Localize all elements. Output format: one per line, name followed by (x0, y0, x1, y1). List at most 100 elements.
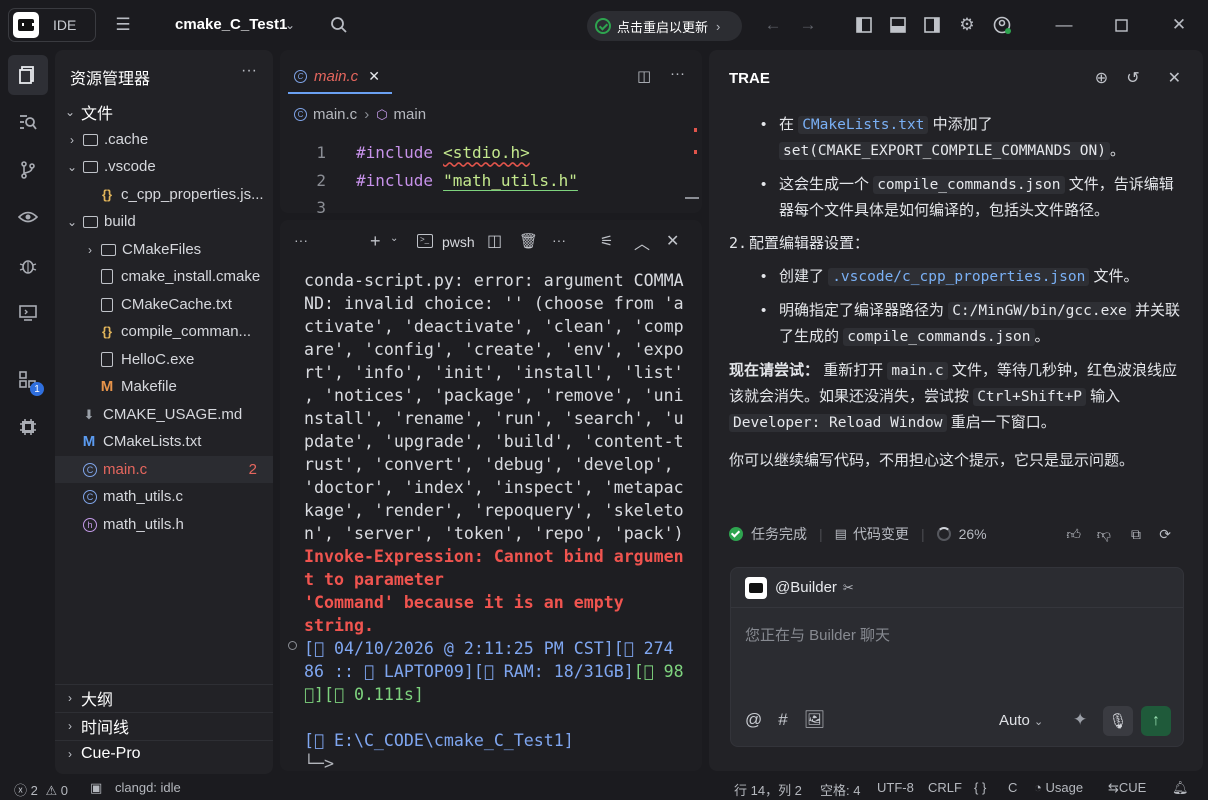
close-panel-icon[interactable]: ✕ (666, 231, 679, 251)
tree-item-cmake-usage[interactable]: ⬇ CMAKE_USAGE.md (55, 401, 273, 428)
task-status-row: 任务完成 | ▤ 代码变更 | 26% 👍︎ 👎︎ ⧉ ⟳ (729, 522, 1189, 546)
hash-context-icon[interactable]: # (778, 710, 787, 730)
back-arrow-icon[interactable]: ← (759, 11, 787, 39)
cursor-position[interactable]: 行 14，列 2 (734, 780, 802, 799)
preview-eye-icon[interactable] (8, 197, 48, 237)
image-upload-icon[interactable]: 🖼︎ (804, 710, 826, 730)
section-cue-pro[interactable]: › Cue-Pro (55, 740, 273, 767)
tree-item-build[interactable]: ⌄ build (55, 208, 273, 235)
code-line[interactable]: 1 #include <stdio.h> (280, 138, 529, 166)
tree-item-c-cpp-properties[interactable]: {} c_cpp_properties.js... (55, 181, 273, 208)
clangd-status[interactable]: clangd: idle (115, 780, 181, 795)
tree-root-files[interactable]: ⌄ 文件 (55, 98, 273, 125)
forward-arrow-icon[interactable]: → (794, 11, 822, 39)
breadcrumb-symbol[interactable]: main (394, 106, 427, 123)
toggle-left-panel-icon[interactable] (850, 11, 878, 39)
remote-monitor-icon[interactable] (8, 293, 48, 333)
tab-main-c[interactable]: C main.c ✕ (288, 60, 392, 92)
chevron-down-icon[interactable]: ⌄ (390, 233, 398, 244)
indentation[interactable]: 空格: 4 (820, 780, 860, 799)
close-panel-icon[interactable]: ✕ (1168, 68, 1181, 88)
search-icon[interactable] (325, 11, 353, 39)
send-button[interactable]: ↑ (1141, 706, 1171, 736)
code-line[interactable]: 3 (280, 193, 326, 214)
sparkle-icon[interactable]: ✦ (1073, 710, 1087, 730)
chevron-right-icon: › (716, 18, 721, 34)
tree-item-helloc-exe[interactable]: HelloC.exe (55, 346, 273, 373)
project-name[interactable]: cmake_C_Test1 (175, 16, 287, 33)
thumbs-down-icon[interactable]: 👎︎ (1097, 526, 1111, 543)
breadcrumb-file[interactable]: main.c (313, 106, 357, 123)
language-mode[interactable]: C (1008, 780, 1017, 795)
context-progress-icon (936, 527, 951, 541)
tree-item-math-utils-c[interactable]: C math_utils.c (55, 483, 273, 510)
code-line[interactable]: 2 #include "math_utils.h" (280, 166, 578, 194)
terminal-more-icon[interactable]: ··· (294, 232, 308, 248)
language-braces[interactable]: { } (974, 780, 986, 795)
maximize-icon[interactable] (1107, 11, 1135, 39)
inline-code[interactable]: .vscode/c_cpp_properties.json (828, 268, 1090, 286)
more-actions-icon[interactable]: ··· (241, 62, 257, 80)
microphone-button[interactable]: 🎙︎ (1103, 706, 1133, 736)
terminal-output[interactable]: conda-script.py: error: argument COMMA N… (304, 269, 689, 771)
toggle-bottom-panel-icon[interactable] (884, 11, 912, 39)
plugin-chip-icon[interactable] (8, 407, 48, 447)
bell-icon[interactable]: 🔔︎ (1172, 780, 1189, 796)
new-chat-icon[interactable]: ⊕ (1095, 68, 1108, 88)
tools-icon: ✂ (842, 579, 854, 595)
menu-icon[interactable]: ☰ (109, 11, 137, 39)
copy-icon[interactable]: ⧉ (1131, 526, 1141, 543)
inline-code[interactable]: CMakeLists.txt (798, 116, 929, 134)
tree-item-makefile[interactable]: M Makefile (55, 373, 273, 400)
restart-update-button[interactable]: 点击重启以更新 › (587, 11, 742, 41)
trash-icon[interactable]: 🗑 (519, 232, 538, 250)
thumbs-up-icon[interactable]: 👍︎ (1066, 526, 1081, 543)
tree-root-label: 文件 (81, 105, 114, 123)
source-control-icon[interactable] (8, 150, 48, 190)
tree-item-cmakefiles[interactable]: › CMakeFiles (55, 236, 273, 263)
split-editor-icon[interactable]: ◫ (637, 67, 651, 85)
toggle-right-panel-icon[interactable] (918, 11, 946, 39)
tree-item-main-c[interactable]: C main.c 2 (55, 456, 273, 483)
account-icon[interactable] (988, 11, 1016, 39)
encoding[interactable]: UTF-8 (877, 780, 914, 795)
more-actions-icon[interactable]: ··· (670, 65, 685, 82)
more-actions-icon[interactable]: ··· (552, 232, 566, 248)
maximize-panel-icon[interactable]: ︿ (634, 230, 650, 254)
tree-item-cmakelists[interactable]: M CMakeLists.txt (55, 428, 273, 455)
tree-item-cmakecache[interactable]: CMakeCache.txt (55, 291, 273, 318)
explorer-icon[interactable] (8, 55, 48, 95)
agent-selector[interactable]: @Builder ✂ (731, 568, 1183, 608)
minimize-icon[interactable]: — (1050, 11, 1078, 39)
cue-button[interactable]: ⇆CUE (1108, 780, 1146, 796)
shell-label[interactable]: pwsh (442, 234, 475, 250)
line-ending[interactable]: CRLF (928, 780, 962, 795)
tree-item-vscode[interactable]: ⌄ .vscode (55, 153, 273, 180)
bold-text: 现在请尝试： (729, 362, 820, 379)
problems-indicator[interactable]: ⓧ 2 ⚠ 0 (14, 780, 68, 799)
regenerate-icon[interactable]: ⟳ (1159, 526, 1171, 543)
section-timeline[interactable]: › 时间线 (55, 712, 273, 739)
debug-bug-icon[interactable] (8, 246, 48, 286)
ide-mode-switch[interactable]: IDE (8, 8, 96, 42)
chat-input-placeholder[interactable]: 您正在与 Builder 聊天 (745, 624, 890, 645)
chevron-down-icon[interactable]: ⌄ (276, 11, 304, 39)
section-outline[interactable]: › 大纲 (55, 684, 273, 711)
terminal-settings-icon[interactable]: ⚟ (600, 232, 613, 250)
gear-icon[interactable]: ⚙ (953, 11, 981, 39)
split-terminal-icon[interactable]: ◫ (487, 231, 502, 251)
tree-item-compile-commands[interactable]: {} compile_comman... (55, 318, 273, 345)
usage-button[interactable]: ◔ Usage (1034, 780, 1083, 795)
mention-at-icon[interactable]: @ (745, 710, 762, 730)
model-select[interactable]: Auto ⌄ (999, 712, 1043, 729)
history-icon[interactable]: ↺ (1126, 68, 1139, 88)
new-terminal-plus-icon[interactable]: + (370, 231, 381, 252)
search-files-icon[interactable] (8, 102, 48, 142)
close-window-icon[interactable]: ✕ (1165, 11, 1193, 39)
close-tab-icon[interactable]: ✕ (368, 68, 380, 85)
extensions-icon[interactable]: 1 (8, 360, 48, 400)
code-changes-button[interactable]: 代码变更 (853, 524, 909, 544)
tree-item-cmake-install[interactable]: cmake_install.cmake (55, 263, 273, 290)
tree-item-math-utils-h[interactable]: h math_utils.h (55, 511, 273, 538)
tree-item-cache[interactable]: › .cache (55, 126, 273, 153)
